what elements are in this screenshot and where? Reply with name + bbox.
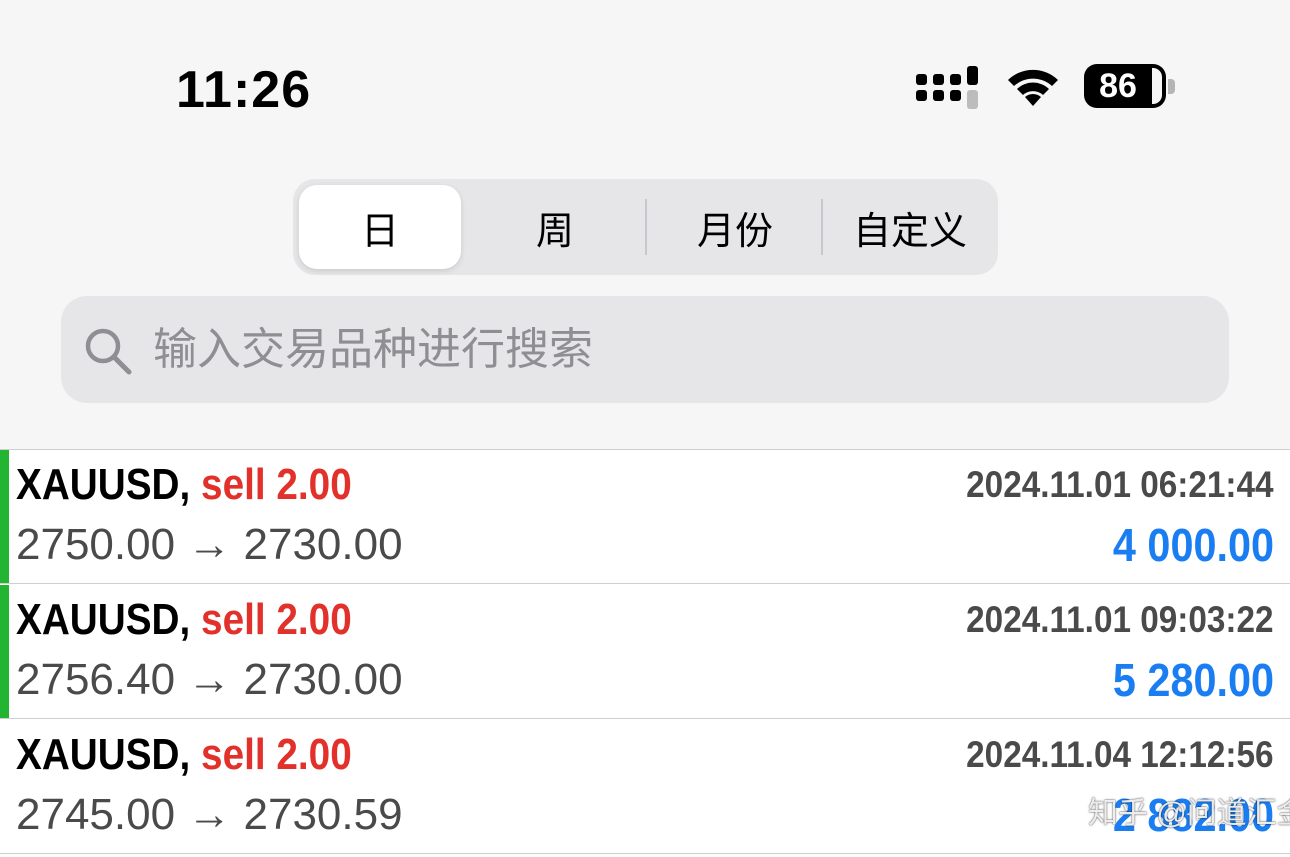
trade-profit: 5 280.00 (1112, 654, 1274, 706)
tab-divider (821, 199, 823, 255)
signal-icon (916, 66, 982, 115)
row-divider (0, 718, 1290, 719)
trade-prices: 2745.00 → 2730.59 (16, 790, 403, 839)
period-segmented-control: 日 周 月份 自定义 (293, 179, 998, 275)
tab-week[interactable]: 周 (469, 179, 641, 275)
search-bar[interactable] (61, 296, 1229, 403)
row-divider (0, 853, 1290, 854)
battery-icon: 86 (1084, 64, 1166, 108)
trade-symbol: XAUUSD, (16, 730, 191, 779)
tab-month[interactable]: 月份 (649, 179, 821, 275)
status-time: 11:26 (176, 61, 312, 119)
search-icon (83, 326, 133, 381)
battery-nub (1168, 79, 1175, 94)
trade-side: sell 2.00 (201, 460, 352, 509)
header-area: 11:26 86 日 周 月份 自定义 输入交易品种进行搜索 (0, 0, 1290, 449)
battery-level: 86 (1099, 66, 1137, 105)
trade-side: sell 2.00 (201, 595, 352, 644)
trade-side: sell 2.00 (201, 730, 352, 779)
trade-profit: 4 000.00 (1112, 519, 1274, 571)
trade-prices: 2756.40 → 2730.00 (16, 655, 403, 704)
trade-row[interactable]: XAUUSD, sell 2.00 2024.11.01 09:03:22 27… (0, 585, 1290, 719)
trade-marker (0, 450, 9, 584)
trade-datetime: 2024.11.04 12:12:56 (966, 734, 1274, 775)
tab-divider (645, 199, 647, 255)
watermark: 知乎 @问道汇金 (1088, 797, 1290, 830)
tab-custom[interactable]: 自定义 (825, 179, 995, 275)
trade-marker (0, 585, 9, 719)
wifi-icon (1004, 64, 1062, 113)
trade-row[interactable]: XAUUSD, sell 2.00 2024.11.04 12:12:56 27… (0, 720, 1290, 854)
tab-day[interactable]: 日 (299, 185, 461, 269)
trade-row[interactable]: XAUUSD, sell 2.00 2024.11.01 06:21:44 27… (0, 450, 1290, 584)
trade-prices: 2750.00 → 2730.00 (16, 520, 403, 569)
row-divider (0, 583, 1290, 584)
trade-datetime: 2024.11.01 06:21:44 (966, 464, 1274, 505)
trade-datetime: 2024.11.01 09:03:22 (966, 599, 1274, 640)
trade-symbol: XAUUSD, (16, 460, 191, 509)
search-input[interactable] (153, 296, 1213, 403)
trade-symbol: XAUUSD, (16, 595, 191, 644)
